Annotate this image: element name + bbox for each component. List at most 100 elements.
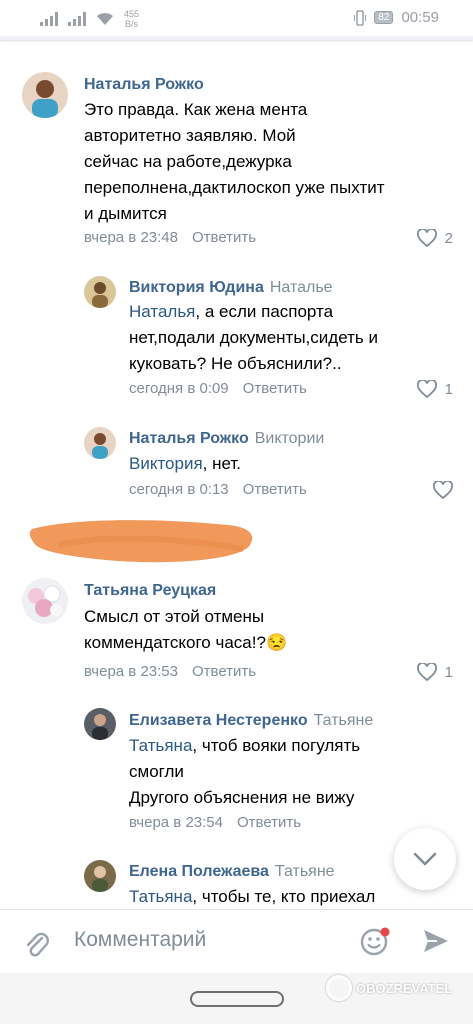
comment-text-fragment: , а если паспорта xyxy=(195,302,334,321)
comment-text: Виктория, нет. xyxy=(129,451,241,477)
comment-meta: вчера в 23:54 Ответить xyxy=(129,814,301,831)
avatar[interactable] xyxy=(84,860,116,892)
reply-to[interactable]: Наталье xyxy=(270,279,333,296)
comment-time: сегодня в 0:09 xyxy=(129,380,229,397)
home-gesture-bar[interactable] xyxy=(190,991,284,1007)
wifi-icon xyxy=(97,12,113,25)
comment-text-line: Другого объяснения не вижу xyxy=(129,788,355,807)
emoji-icon[interactable] xyxy=(359,926,391,958)
reply-button[interactable]: Ответить xyxy=(237,814,301,831)
comment-text-line: Это правда. Как жена мента xyxy=(84,100,308,119)
heart-icon xyxy=(416,663,437,681)
comment-text-fragment: коммендатского часа!? xyxy=(84,633,266,652)
comment-text: Татьяна, чтоб вояки погулять смогли Друг… xyxy=(129,733,360,811)
comment-text-line: нет,подали документы,сидеть и xyxy=(129,328,378,347)
status-bar: 455 B/s 82 00:59 xyxy=(0,0,473,36)
net-speed-unit: B/s xyxy=(125,19,139,29)
comment-text-line: Татьяна, чтоб вояки погулять xyxy=(129,733,360,759)
net-speed: 455 B/s xyxy=(124,9,139,29)
signal-icon-2 xyxy=(68,12,86,26)
battery-indicator: 82 xyxy=(374,11,394,24)
comment-text-line: сейчас на работе,дежурка xyxy=(84,152,292,171)
comment-author[interactable]: Татьяна Реуцкая xyxy=(84,582,216,600)
reply-button[interactable]: Ответить xyxy=(243,481,307,498)
comment-composer: Комментарий xyxy=(0,909,473,973)
like-count: 2 xyxy=(444,229,453,247)
emoji-unamused: 😒 xyxy=(265,633,288,652)
comment-text-line: Виктория, нет. xyxy=(129,451,241,477)
comment-text: Татьяна, чтобы те, кто приехал xyxy=(129,884,375,910)
comment-time: вчера в 23:48 xyxy=(84,229,178,246)
like-button[interactable]: 1 xyxy=(416,663,453,681)
comment-text: Смысл от этой отмены коммендатского часа… xyxy=(84,604,287,656)
comment-text-line: Смысл от этой отмены xyxy=(84,607,265,626)
author-name[interactable]: Наталья Рожко xyxy=(129,430,249,447)
comment-time: сегодня в 0:13 xyxy=(129,481,229,498)
attach-icon[interactable] xyxy=(24,930,50,960)
heart-icon xyxy=(416,229,437,247)
signal-icon xyxy=(40,12,58,26)
reply-to[interactable]: Татьяне xyxy=(314,712,374,729)
comment-time: вчера в 23:54 xyxy=(129,814,223,831)
comment-text-line: и дымится xyxy=(84,204,167,223)
comment-text-line: авторитетно заявляю. Мой xyxy=(84,126,296,145)
send-icon[interactable] xyxy=(422,927,450,955)
mention-link[interactable]: Татьяна xyxy=(129,736,192,755)
author-name[interactable]: Елизавета Нестеренко xyxy=(129,712,308,729)
comment-input[interactable]: Комментарий xyxy=(74,928,206,952)
heart-icon xyxy=(416,380,437,398)
redaction-smear xyxy=(29,520,253,563)
scroll-down-button[interactable] xyxy=(394,828,456,890)
comment-author: Наталья Рожко Виктории xyxy=(129,430,324,448)
reply-button[interactable]: Ответить xyxy=(192,229,256,246)
comment-text-line: коммендатского часа!?😒 xyxy=(84,630,287,656)
mention-link[interactable]: Виктория xyxy=(129,454,203,473)
comment-text-line: куковать? Не объяснили?.. xyxy=(129,354,342,373)
avatar[interactable] xyxy=(84,276,116,308)
like-count: 1 xyxy=(444,663,453,681)
comment-text-line: переполнена,дактилоскоп уже пыхтит xyxy=(84,178,385,197)
avatar[interactable] xyxy=(22,578,68,624)
comment-text-line: Татьяна, чтобы те, кто приехал xyxy=(129,884,375,910)
comment-author: Виктория Юдина Наталье xyxy=(129,279,333,297)
comment-meta: сегодня в 0:09 Ответить xyxy=(129,380,307,397)
author-name[interactable]: Виктория Юдина xyxy=(129,279,264,296)
avatar[interactable] xyxy=(84,708,116,740)
mention-link[interactable]: Татьяна xyxy=(129,887,192,906)
clock: 00:59 xyxy=(401,9,439,26)
watermark-logo xyxy=(326,975,352,1001)
watermark: OBOZREVATEL xyxy=(326,975,452,1001)
comment-text-line: Наталья, а если паспорта xyxy=(129,299,378,325)
comment-text: Наталья, а если паспорта нет,подали доку… xyxy=(129,299,378,377)
avatar[interactable] xyxy=(22,72,68,118)
comment-meta: вчера в 23:48 Ответить xyxy=(84,229,256,246)
heart-icon xyxy=(433,481,453,499)
author-name[interactable]: Елена Полежаева xyxy=(129,863,269,880)
comment-text-fragment: , нет. xyxy=(202,454,242,473)
comment-author[interactable]: Наталья Рожко xyxy=(84,76,204,94)
reply-to[interactable]: Виктории xyxy=(255,430,325,447)
comment-author: Елена Полежаева Татьяне xyxy=(129,863,335,881)
like-button[interactable]: 1 xyxy=(416,380,453,398)
comment-meta: сегодня в 0:13 Ответить xyxy=(129,481,307,498)
header-edge xyxy=(0,36,473,40)
net-speed-value: 455 xyxy=(124,9,140,19)
like-button[interactable]: 2 xyxy=(416,229,453,247)
system-nav-bar: OBOZREVATEL xyxy=(0,973,473,1024)
reply-button[interactable]: Ответить xyxy=(243,380,307,397)
comment-text-fragment: , чтоб вояки погулять xyxy=(192,736,361,755)
reply-button[interactable]: Ответить xyxy=(192,663,256,680)
vibrate-icon xyxy=(354,9,367,26)
mention-link[interactable]: Наталья xyxy=(129,302,195,321)
comment-author: Елизавета Нестеренко Татьяне xyxy=(129,712,373,730)
like-count: 1 xyxy=(444,380,453,398)
watermark-text: OBOZREVATEL xyxy=(356,980,453,996)
chevron-down-icon xyxy=(413,852,437,866)
comment-time: вчера в 23:53 xyxy=(84,663,178,680)
reply-to[interactable]: Татьяне xyxy=(275,863,335,880)
like-button[interactable] xyxy=(433,481,453,499)
avatar[interactable] xyxy=(84,427,116,459)
comment-meta: вчера в 23:53 Ответить xyxy=(84,663,256,680)
comment-text-line: смогли xyxy=(129,762,184,781)
comment-text: Это правда. Как жена мента авторитетно з… xyxy=(84,97,385,227)
